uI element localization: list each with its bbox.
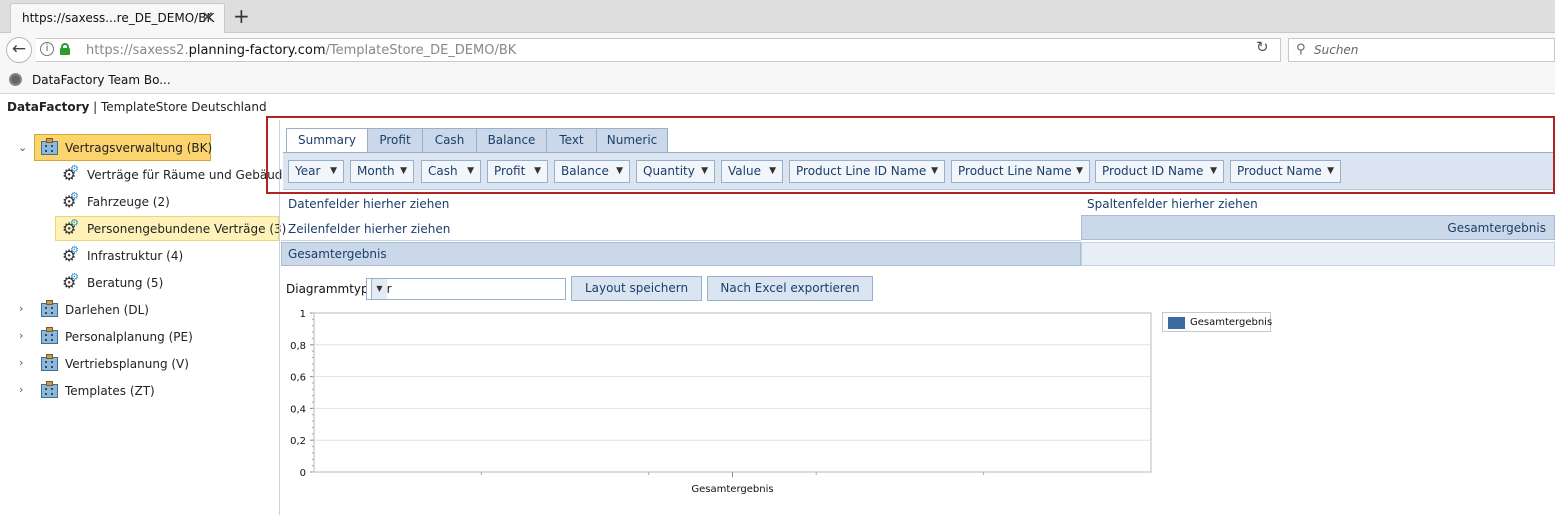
gears-icon: ⚙ ⚙ bbox=[62, 191, 79, 211]
chevron-right-icon[interactable]: › bbox=[19, 329, 23, 342]
row-grand-total-header: Gesamtergebnis bbox=[281, 242, 1081, 266]
building-icon bbox=[41, 300, 58, 317]
gears-icon: ⚙ ⚙ bbox=[62, 164, 79, 184]
tree-node-vertragsverwaltung[interactable]: ⌄ Vertragsverwaltung (BK) bbox=[18, 134, 218, 161]
tree-node-label: Personengebundene Verträge (3) bbox=[87, 222, 287, 236]
y-tick-label: 0,6 bbox=[290, 373, 306, 384]
chevron-down-icon[interactable]: ⌄ bbox=[18, 141, 27, 154]
tree-child-fahrzeuge[interactable]: ⚙ ⚙ Fahrzeuge (2) bbox=[60, 191, 280, 213]
tree-node-label: Templates (ZT) bbox=[65, 384, 155, 398]
building-icon bbox=[41, 354, 58, 371]
chevron-right-icon[interactable]: › bbox=[19, 302, 23, 315]
browser-tab-bar: https://saxess...re_DE_DEMO/BK ✕ + bbox=[0, 0, 1555, 33]
export-excel-label: Nach Excel exportieren bbox=[720, 281, 860, 295]
browser-nav-bar: ← i https://saxess2.planning-factory.com… bbox=[0, 33, 1555, 66]
save-layout-button[interactable]: Layout speichern bbox=[571, 276, 702, 301]
y-tick-label: 0,8 bbox=[290, 341, 306, 352]
chart-type-label: Diagrammtyp bbox=[286, 282, 369, 296]
building-icon bbox=[41, 327, 58, 344]
search-input[interactable]: ⚲ Suchen bbox=[1288, 38, 1555, 62]
row-separator bbox=[281, 240, 1081, 241]
browser-tab-title: https://saxess...re_DE_DEMO/BK bbox=[22, 11, 215, 25]
new-tab-icon[interactable]: + bbox=[233, 4, 250, 28]
reload-icon[interactable]: ↻ bbox=[1256, 38, 1269, 56]
url-path: /TemplateStore_DE_DEMO/BK bbox=[325, 43, 517, 58]
row-grand-total-label: Gesamtergebnis bbox=[288, 247, 387, 261]
gears-icon: ⚙ ⚙ bbox=[62, 245, 79, 265]
save-layout-label: Layout speichern bbox=[584, 281, 689, 295]
tree-node-templates[interactable]: › Templates (ZT) bbox=[18, 380, 218, 402]
url-text[interactable]: https://saxess2.planning-factory.com/Tem… bbox=[86, 43, 516, 58]
app-subtitle: TemplateStore Deutschland bbox=[101, 100, 267, 114]
building-icon bbox=[41, 381, 58, 398]
gears-icon: ⚙ ⚙ bbox=[62, 272, 79, 292]
chevron-right-icon[interactable]: › bbox=[19, 383, 23, 396]
tree-node-label: Vertriebsplanung (V) bbox=[65, 357, 189, 371]
plot-area bbox=[313, 312, 1152, 473]
tree-child-raeume[interactable]: ⚙ ⚙ Verträge für Räume und Gebäude bbox=[60, 164, 290, 186]
tree-node-label: Infrastruktur (4) bbox=[87, 249, 184, 263]
highlight-frame bbox=[266, 116, 1555, 194]
row-field-dropzone[interactable]: Zeilenfelder hierher ziehen bbox=[288, 222, 450, 236]
gears-icon: ⚙ ⚙ bbox=[62, 218, 79, 238]
back-button[interactable]: ← bbox=[6, 37, 32, 63]
column-field-dropzone[interactable]: Spaltenfelder hierher ziehen bbox=[1087, 197, 1258, 211]
y-tick-label: 1 bbox=[300, 309, 306, 320]
title-separator: | bbox=[89, 100, 101, 114]
globe-icon bbox=[9, 73, 22, 86]
tree-node-label: Vertragsverwaltung (BK) bbox=[65, 141, 213, 155]
y-tick-label: 0 bbox=[300, 468, 306, 479]
tree-child-personengebunden[interactable]: ⚙ ⚙ Personengebundene Verträge (3) bbox=[55, 216, 286, 241]
url-prefix: https://saxess2. bbox=[86, 43, 189, 58]
close-tab-icon[interactable]: ✕ bbox=[201, 8, 214, 26]
tree-node-personalplanung[interactable]: › Personalplanung (PE) bbox=[18, 326, 218, 348]
url-bar[interactable]: i https://saxess2.planning-factory.com/T… bbox=[36, 38, 1281, 62]
tree-node-label: Beratung (5) bbox=[87, 276, 164, 290]
chart-type-select[interactable]: Bar ▼ bbox=[366, 278, 566, 300]
bookmarks-bar: DataFactory Team Bo... bbox=[0, 66, 1555, 94]
search-placeholder: Suchen bbox=[1314, 43, 1359, 57]
chevron-right-icon[interactable]: › bbox=[19, 356, 23, 369]
y-tick-label: 0,2 bbox=[290, 436, 306, 447]
lock-icon bbox=[60, 43, 70, 55]
app-title: DataFactory | TemplateStore Deutschland bbox=[7, 100, 267, 114]
tree-child-infrastruktur[interactable]: ⚙ ⚙ Infrastruktur (4) bbox=[60, 245, 280, 267]
export-excel-button[interactable]: Nach Excel exportieren bbox=[707, 276, 873, 301]
chart-legend: Gesamtergebnis bbox=[1162, 312, 1273, 332]
legend-label: Gesamtergebnis bbox=[1190, 317, 1273, 328]
tree-node-darlehen[interactable]: › Darlehen (DL) bbox=[18, 299, 218, 321]
y-tick-label: 0,4 bbox=[290, 404, 306, 415]
search-icon: ⚲ bbox=[1296, 42, 1306, 57]
tree-node-label: Darlehen (DL) bbox=[65, 303, 149, 317]
tree-child-beratung[interactable]: ⚙ ⚙ Beratung (5) bbox=[60, 272, 280, 294]
tree-node-label: Fahrzeuge (2) bbox=[87, 195, 170, 209]
tree-node-vertriebsplanung[interactable]: › Vertriebsplanung (V) bbox=[18, 353, 218, 375]
legend-swatch bbox=[1168, 317, 1185, 329]
info-icon[interactable]: i bbox=[40, 42, 54, 56]
data-field-dropzone[interactable]: Datenfelder hierher ziehen bbox=[288, 197, 449, 211]
column-grand-total-header: Gesamtergebnis bbox=[1081, 215, 1555, 240]
building-icon bbox=[41, 138, 58, 155]
url-host: planning-factory.com bbox=[188, 43, 326, 58]
grand-total-cell bbox=[1081, 242, 1555, 266]
brand-name: DataFactory bbox=[7, 100, 90, 114]
bookmark-item[interactable]: DataFactory Team Bo... bbox=[32, 73, 171, 87]
chevron-down-icon[interactable]: ▼ bbox=[371, 279, 387, 299]
browser-tab[interactable]: https://saxess...re_DE_DEMO/BK ✕ bbox=[10, 3, 225, 33]
tree-node-label: Verträge für Räume und Gebäude bbox=[87, 168, 290, 182]
tree-node-label: Personalplanung (PE) bbox=[65, 330, 193, 344]
bar-chart: 1 0,8 0,6 0,4 0,2 0 Gesamtergebnis bbox=[290, 309, 1152, 495]
column-grand-total-label: Gesamtergebnis bbox=[1447, 221, 1546, 235]
x-tick-label: Gesamtergebnis bbox=[691, 484, 773, 495]
